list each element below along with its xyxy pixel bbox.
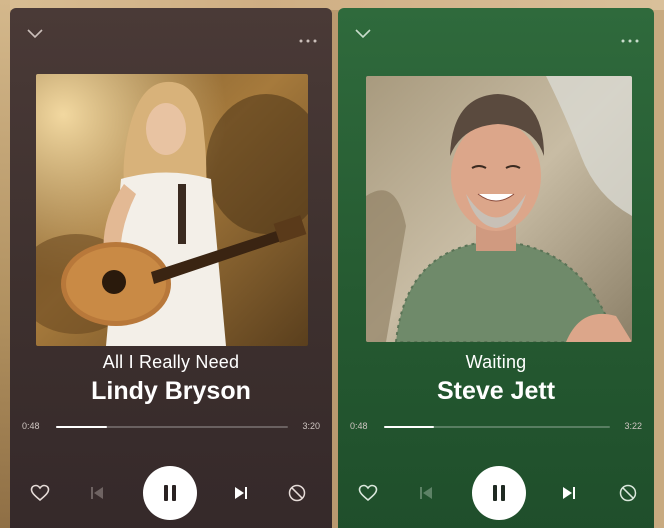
- block-icon[interactable]: [287, 483, 307, 503]
- more-options-icon[interactable]: [298, 30, 318, 43]
- skip-previous-icon[interactable]: [88, 484, 106, 502]
- player-card-right: Waiting Steve Jett 0:48 3:22: [338, 8, 654, 528]
- player-card-left: All I Really Need Lindy Bryson 0:48 3:20: [10, 8, 332, 528]
- heart-icon[interactable]: [358, 483, 378, 503]
- playback-controls: [338, 464, 654, 524]
- pause-icon: [493, 485, 505, 501]
- background-strip: [0, 0, 10, 528]
- top-bar: [10, 26, 332, 43]
- progress-track[interactable]: [384, 426, 610, 428]
- pause-button[interactable]: [143, 466, 197, 520]
- total-time: 3:22: [624, 421, 642, 431]
- artist-name[interactable]: Steve Jett: [338, 377, 654, 406]
- progress-fill: [56, 426, 108, 428]
- album-art: [36, 74, 308, 346]
- total-time: 3:20: [302, 421, 320, 431]
- pause-icon: [164, 485, 176, 501]
- more-options-icon[interactable]: [620, 30, 640, 43]
- chevron-down-icon[interactable]: [26, 26, 44, 39]
- playback-controls: [10, 464, 332, 524]
- song-title: Waiting: [465, 352, 527, 372]
- album-art: [366, 76, 632, 342]
- progress-bar[interactable]: 0:48 3:22: [350, 420, 642, 434]
- skip-previous-icon[interactable]: [417, 484, 435, 502]
- elapsed-time: 0:48: [350, 421, 368, 431]
- block-icon[interactable]: [618, 483, 638, 503]
- song-title: All I Really Need: [102, 352, 240, 372]
- progress-bar[interactable]: 0:48 3:20: [22, 420, 320, 434]
- skip-next-icon[interactable]: [232, 484, 250, 502]
- pause-button[interactable]: [472, 466, 526, 520]
- elapsed-time: 0:48: [22, 421, 40, 431]
- heart-icon[interactable]: [30, 483, 50, 503]
- chevron-down-icon[interactable]: [354, 26, 372, 39]
- progress-fill: [384, 426, 434, 428]
- skip-next-icon[interactable]: [560, 484, 578, 502]
- top-bar: [338, 26, 654, 43]
- progress-track[interactable]: [56, 426, 288, 428]
- artist-name[interactable]: Lindy Bryson: [10, 377, 332, 406]
